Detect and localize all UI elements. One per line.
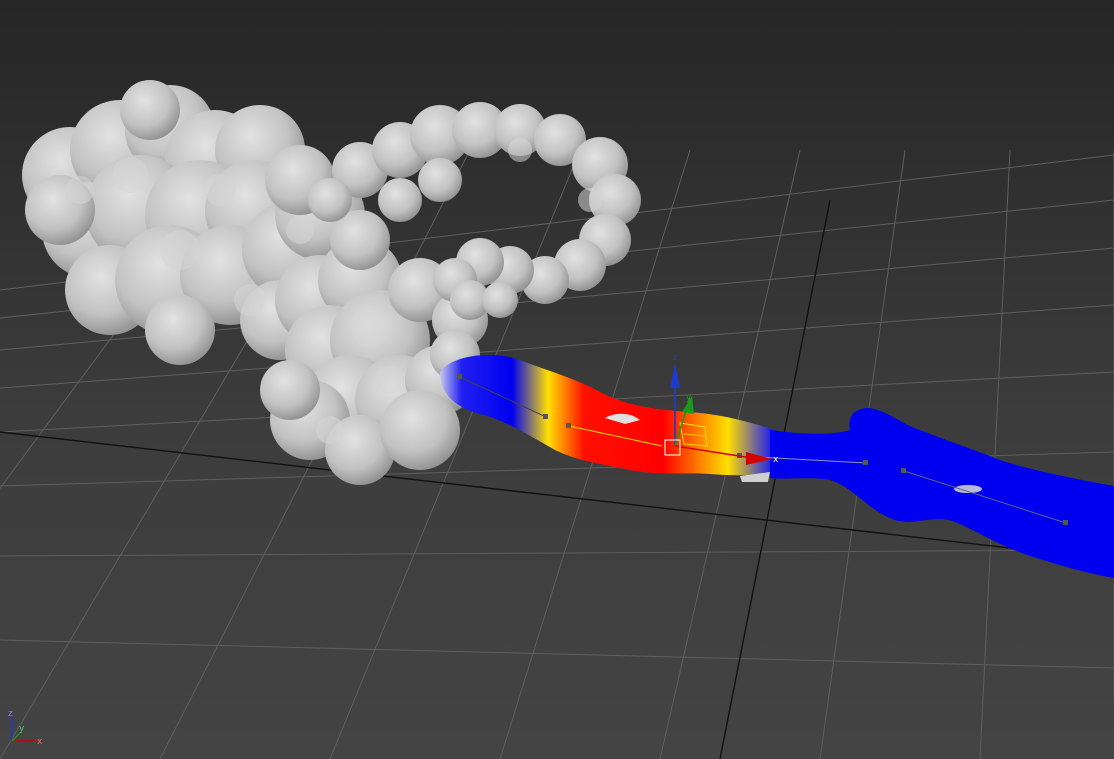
grid-line	[0, 639, 1114, 669]
spline-vertex[interactable]	[543, 414, 548, 419]
viewport-scene[interactable]: z y x z y x	[0, 0, 1114, 759]
tunnel-segment-blue[interactable]	[770, 408, 1114, 578]
spline-vertex[interactable]	[901, 468, 906, 473]
spline-vertex[interactable]	[863, 460, 868, 465]
3d-viewport[interactable]: z y x z y x	[0, 0, 1114, 759]
surface-highlight	[66, 176, 94, 204]
surface-highlight	[160, 230, 200, 270]
surface-highlight	[508, 138, 532, 162]
triad-z-label: z	[8, 709, 13, 719]
surface-lobe	[482, 282, 518, 318]
gizmo-z-label: z	[673, 353, 678, 363]
gizmo-x-label: x	[773, 455, 779, 465]
view-axis-triad: z y x	[8, 709, 43, 747]
surface-highlight	[234, 284, 266, 316]
surface-lobe	[308, 178, 352, 222]
surface-highlight	[352, 312, 388, 348]
surface-lobe	[260, 360, 320, 420]
surface-lobe	[120, 80, 180, 140]
surface-highlight	[286, 216, 314, 244]
gizmo-y-label: y	[686, 393, 692, 403]
spline-vertex[interactable]	[1063, 520, 1068, 525]
grid-line	[719, 199, 831, 759]
surface-lobe	[145, 295, 215, 365]
surface-highlight	[204, 174, 236, 206]
spline-vertex[interactable]	[457, 374, 462, 379]
gizmo-z-arrowhead[interactable]	[670, 364, 680, 388]
triad-x-label: x	[37, 737, 43, 747]
surface-highlight	[112, 157, 148, 193]
surface-highlight	[578, 188, 602, 212]
grid-line	[0, 549, 1114, 557]
surface-highlight	[376, 366, 404, 394]
spline-vertex[interactable]	[566, 423, 571, 428]
surface-lobe	[378, 178, 422, 222]
surface-lobe	[380, 390, 460, 470]
triad-y-label: y	[19, 724, 25, 734]
surface-highlight	[316, 416, 344, 444]
surface-lobe	[418, 158, 462, 202]
tunnel-channel[interactable]	[440, 355, 1114, 578]
